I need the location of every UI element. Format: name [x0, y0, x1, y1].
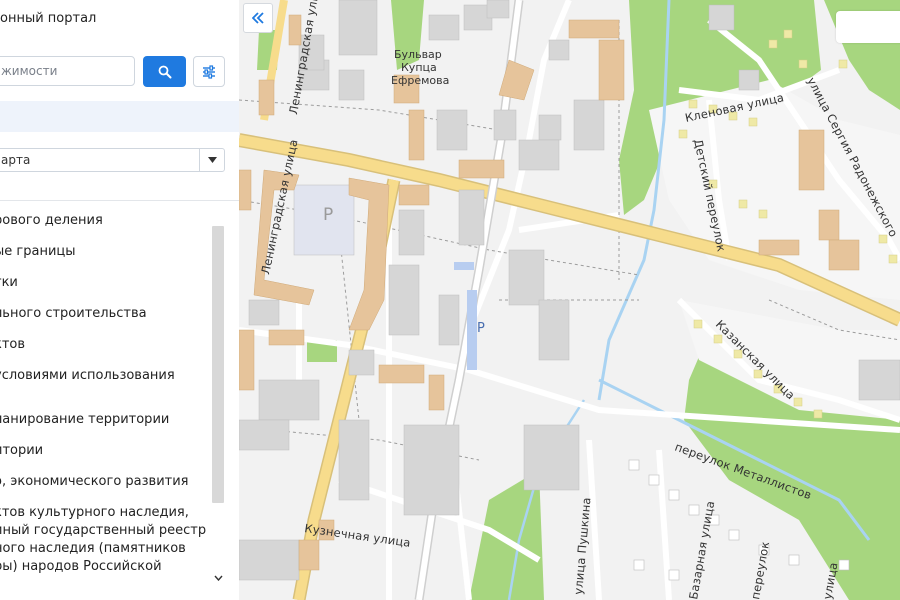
- scrollbar[interactable]: [212, 206, 224, 600]
- section-band: [0, 101, 239, 132]
- layer-item[interactable]: ые границы: [0, 243, 212, 261]
- divider: [0, 200, 239, 201]
- chevron-down-icon: [213, 575, 223, 581]
- parking-icon: P: [477, 321, 485, 336]
- parking-icon: P: [323, 205, 333, 225]
- street-label-pereulok: переулок: [748, 540, 772, 600]
- street-label-ulitsa: улица: [820, 561, 840, 600]
- sidebar: онный портал арта рового деления ые грани…: [0, 0, 240, 600]
- sliders-icon: [203, 64, 215, 79]
- layer-item[interactable]: тки: [0, 274, 212, 292]
- layer-item[interactable]: о, экономического развития: [0, 473, 212, 491]
- map-toolbox[interactable]: [836, 11, 900, 43]
- map-view[interactable]: P P Бульвар Купца Ефремова Ленинградская…: [239, 0, 900, 600]
- chevron-down-icon: [199, 149, 224, 171]
- basemap-select[interactable]: арта: [0, 148, 225, 172]
- collapse-sidebar-button[interactable]: [243, 3, 273, 33]
- layer-list: рового деления ые границы тки льного строит…: [0, 212, 212, 589]
- layer-item[interactable]: льного строительства: [0, 305, 212, 323]
- filter-button[interactable]: [193, 56, 225, 87]
- search-icon: [158, 65, 171, 78]
- layer-item[interactable]: ктов культурного наследия, иный государс…: [0, 504, 212, 576]
- scroll-thumb[interactable]: [212, 226, 224, 503]
- parking-strip: [467, 290, 477, 370]
- basemap-select-value: арта: [1, 153, 31, 167]
- double-chevron-left-icon: [252, 12, 264, 24]
- map-canvas[interactable]: P P Бульвар Купца Ефремова Ленинградская…: [239, 0, 900, 600]
- layer-item[interactable]: итории: [0, 442, 212, 460]
- layer-item[interactable]: [0, 398, 212, 402]
- layer-item[interactable]: рового деления: [0, 212, 212, 230]
- street-label-kuznechnaya: Кузнечная улица: [304, 521, 412, 550]
- map-label-boulevard-3: Ефремова: [391, 74, 449, 87]
- scroll-down-button[interactable]: [212, 572, 224, 584]
- layer-item[interactable]: условиями использования: [0, 367, 212, 385]
- layer-item[interactable]: ктов: [0, 336, 212, 354]
- map-label-boulevard-1: Бульвар: [394, 48, 442, 61]
- map-label-boulevard-2: Купца: [401, 61, 437, 74]
- layer-item[interactable]: ланирование территории: [0, 411, 212, 429]
- street-label-pushkina: улица Пушкина: [571, 497, 593, 596]
- search-button[interactable]: [143, 56, 186, 87]
- search-input[interactable]: [0, 56, 135, 86]
- portal-title: онный портал: [0, 11, 97, 26]
